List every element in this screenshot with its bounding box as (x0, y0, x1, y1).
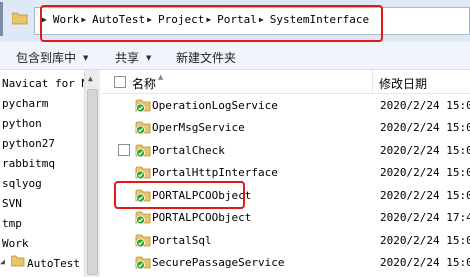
folder-icon (12, 12, 28, 25)
window-edge (0, 2, 3, 36)
file-row[interactable]: PortalCheck 2020/2/24 15:07 (101, 139, 470, 161)
column-header-name[interactable]: 名称 (132, 75, 156, 92)
file-date: 2020/2/24 15:07 (380, 99, 470, 112)
select-all-checkbox[interactable] (114, 76, 126, 88)
include-in-library-button[interactable]: 包含到库中 ▼ (16, 49, 88, 66)
row-checkbox[interactable] (118, 144, 130, 156)
new-folder-label: 新建文件夹 (176, 51, 237, 65)
file-date: 2020/2/24 15:07 (380, 144, 470, 157)
share-button[interactable]: 共享 ▼ (115, 49, 151, 66)
file-name: PortalCheck (152, 144, 225, 157)
chevron-down-icon: ▼ (83, 53, 89, 62)
file-row[interactable]: OperationLogService 2020/2/24 15:07 (101, 94, 470, 116)
svn-folder-icon (135, 166, 151, 180)
share-label: 共享 (115, 51, 140, 65)
column-header-date[interactable]: 修改日期 (379, 75, 427, 92)
folder-icon (11, 255, 25, 267)
sort-ascending-icon: ▲ (158, 73, 164, 81)
file-name: PortalHttpInterface (152, 166, 278, 179)
highlight-box-row (114, 181, 245, 209)
column-header: 名称 ▲ 修改日期 (101, 70, 470, 94)
file-date: 2020/2/24 15:07 (380, 189, 470, 202)
tree-collapse-icon[interactable]: ◢ (0, 257, 5, 266)
nav-item-tmp[interactable]: tmp (2, 217, 84, 230)
toolbar: 包含到库中 ▼ 共享 ▼ 新建文件夹 (0, 42, 470, 70)
nav-scrollbar[interactable]: ▲ (84, 70, 100, 277)
svn-folder-icon (135, 211, 151, 225)
nav-item-pycharm[interactable]: pycharm (2, 97, 84, 110)
file-date: 2020/2/24 15:07 (380, 121, 470, 134)
nav-item-python27[interactable]: python27 (2, 137, 84, 150)
svn-folder-icon (135, 234, 151, 248)
file-name: SecurePassageService (152, 256, 285, 269)
nav-item-sqlyog[interactable]: sqlyog (2, 177, 84, 190)
column-divider[interactable] (372, 70, 373, 94)
file-date: 2020/2/24 15:07 (380, 166, 470, 179)
file-name: OperMsgService (152, 121, 245, 134)
nav-item-python[interactable]: python (2, 117, 84, 130)
include-in-library-label: 包含到库中 (16, 51, 77, 65)
file-date: 2020/2/24 15:07 (380, 256, 470, 269)
highlight-box-address (40, 5, 383, 42)
svn-folder-icon (135, 256, 151, 270)
scrollbar-thumb[interactable] (87, 89, 98, 275)
file-name: PORTALPCOObject (152, 211, 252, 224)
svn-folder-icon (135, 144, 151, 158)
svn-folder-icon (135, 121, 151, 135)
nav-item-navicat[interactable]: Navicat for MySQL (2, 77, 84, 90)
chevron-down-icon: ▼ (146, 53, 152, 62)
nav-item-work[interactable]: Work (2, 237, 84, 250)
svn-folder-icon (135, 99, 151, 113)
scroll-up-icon[interactable]: ▲ (88, 74, 93, 83)
new-folder-button[interactable]: 新建文件夹 (176, 49, 236, 66)
nav-item-svn[interactable]: SVN (2, 197, 84, 210)
nav-item-autotest[interactable]: AutoTest (27, 257, 83, 270)
file-name: PortalSql (152, 234, 212, 247)
file-row[interactable]: OperMsgService 2020/2/24 15:07 (101, 116, 470, 138)
file-name: OperationLogService (152, 99, 278, 112)
file-date: 2020/2/24 17:42 (380, 211, 470, 224)
file-row[interactable]: PORTALPCOObject 2020/2/24 17:42 (101, 206, 470, 228)
file-date: 2020/2/24 15:07 (380, 234, 470, 247)
file-row[interactable]: PortalHttpInterface 2020/2/24 15:07 (101, 161, 470, 183)
file-row[interactable]: SecurePassageService 2020/2/24 15:07 (101, 251, 470, 273)
file-row[interactable]: PortalSql 2020/2/24 15:07 (101, 229, 470, 251)
nav-item-rabbitmq[interactable]: rabbitmq (2, 157, 84, 170)
